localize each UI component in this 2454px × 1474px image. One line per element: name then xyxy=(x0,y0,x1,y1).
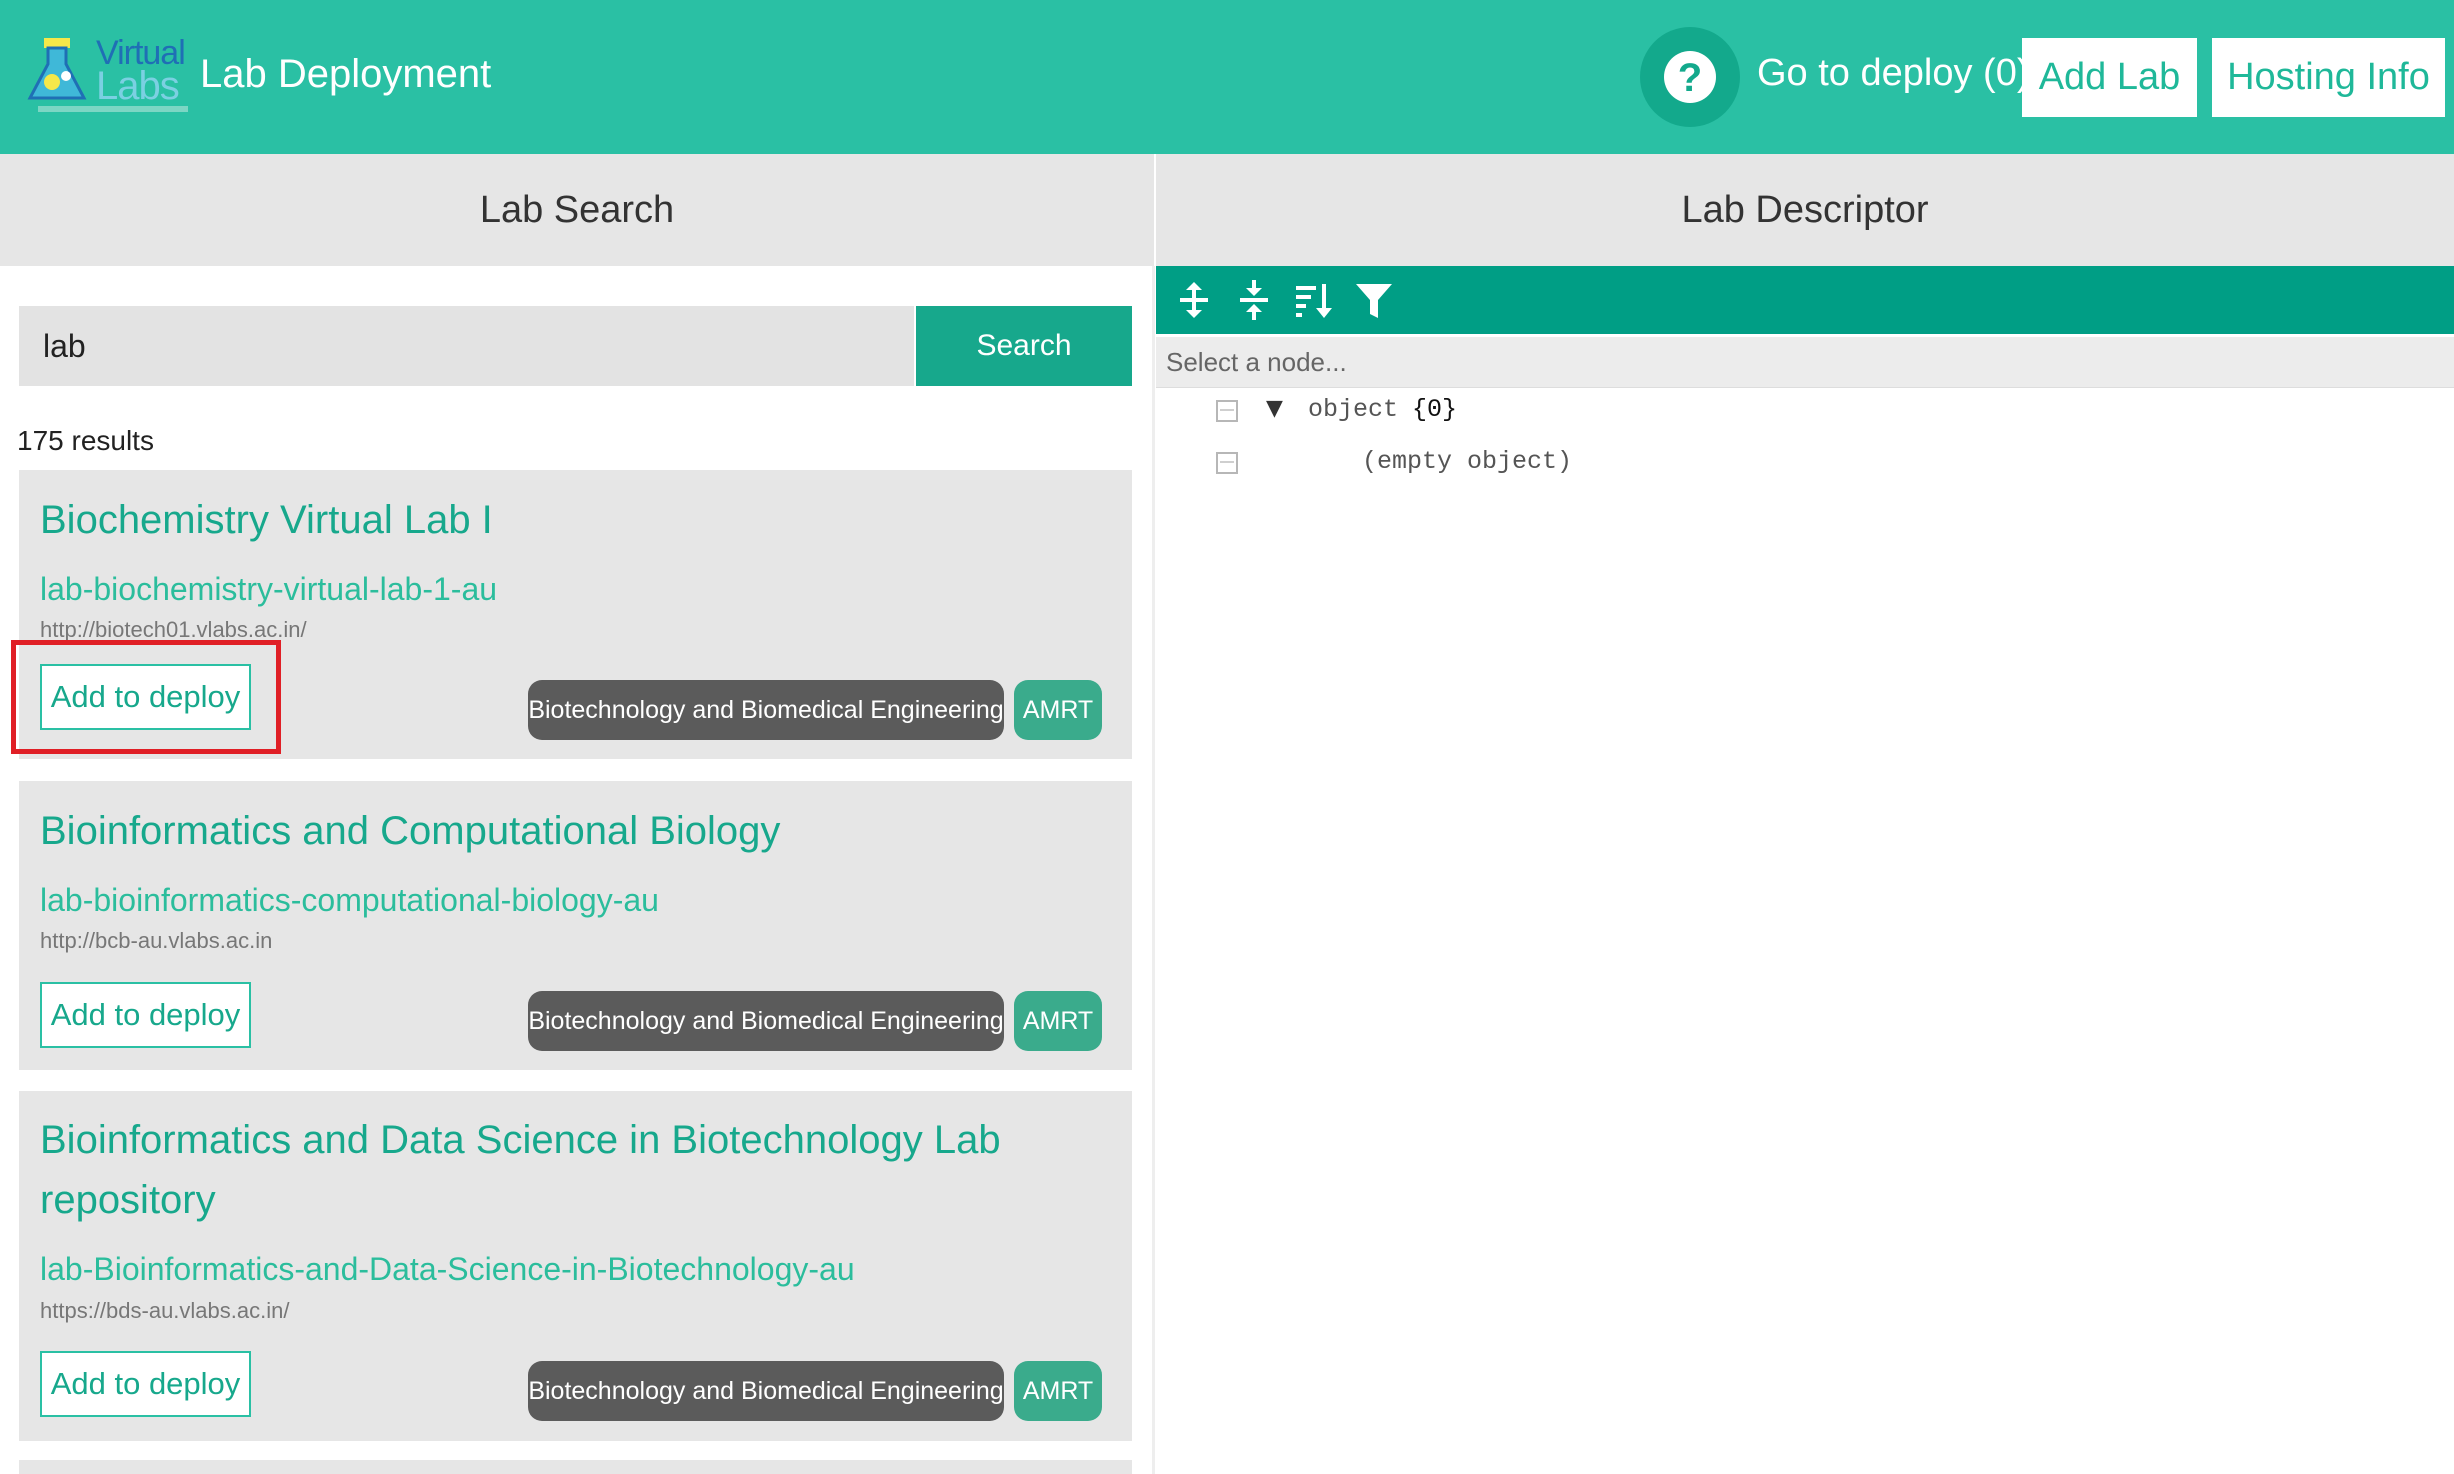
lab-search-heading: Lab Search xyxy=(0,154,1154,266)
tree-root-field[interactable]: object xyxy=(1308,395,1398,424)
empty-object-label: (empty object) xyxy=(1362,447,1573,476)
lab-card: Bioinformatics and Data Science in Biote… xyxy=(19,1091,1132,1441)
logo-tagline-bar xyxy=(38,106,188,112)
filter-icon[interactable] xyxy=(1352,278,1396,322)
json-editor-toolbar xyxy=(1156,266,2454,334)
logo-word-labs: Labs xyxy=(96,64,180,108)
discipline-tag: Biotechnology and Biomedical Engineering xyxy=(528,1361,1004,1421)
collapse-all-icon[interactable] xyxy=(1232,278,1276,322)
add-to-deploy-button[interactable]: Add to deploy xyxy=(40,982,251,1048)
institute-tag: AMRT xyxy=(1014,991,1102,1051)
flask-logo-icon xyxy=(27,38,87,100)
lab-id-link[interactable]: lab-bioinformatics-computational-biology… xyxy=(40,882,659,919)
tree-root-count: {0} xyxy=(1412,395,1458,424)
app-title: Lab Deployment xyxy=(200,52,492,96)
search-button[interactable]: Search xyxy=(916,306,1132,386)
sort-icon[interactable] xyxy=(1292,278,1336,322)
expand-all-icon[interactable] xyxy=(1172,278,1216,322)
lab-id-link[interactable]: lab-Bioinformatics-and-Data-Science-in-B… xyxy=(40,1251,855,1288)
lab-id-link[interactable]: lab-biochemistry-virtual-lab-1-au xyxy=(40,571,497,608)
lab-title-link[interactable]: Biochemistry Virtual Lab I xyxy=(40,490,1100,550)
drag-handle-icon[interactable] xyxy=(1216,400,1238,422)
add-to-deploy-button[interactable]: Add to deploy xyxy=(40,1351,251,1417)
drag-handle-icon[interactable] xyxy=(1216,452,1238,474)
virtual-labs-logo[interactable]: Virtual Labs xyxy=(18,30,188,120)
lab-descriptor-heading: Lab Descriptor xyxy=(1156,154,2454,266)
lab-search-input[interactable]: lab xyxy=(19,306,914,386)
lab-title-link[interactable]: Bioinformatics and Data Science in Biote… xyxy=(40,1110,1100,1230)
lab-card-partial xyxy=(19,1460,1132,1474)
discipline-tag: Biotechnology and Biomedical Engineering xyxy=(528,991,1004,1051)
top-navbar: Virtual Labs Lab Deployment ? Go to depl… xyxy=(0,0,2454,154)
lab-url: http://bcb-au.vlabs.ac.in xyxy=(40,928,273,953)
institute-tag: AMRT xyxy=(1014,680,1102,740)
panel-divider xyxy=(1152,266,1155,1474)
lab-title-link[interactable]: Bioinformatics and Computational Biology xyxy=(40,801,1100,861)
tree-row-empty: (empty object) xyxy=(1156,440,2454,488)
discipline-tag: Biotechnology and Biomedical Engineering xyxy=(528,680,1004,740)
help-icon: ? xyxy=(1664,51,1716,103)
add-to-deploy-button[interactable]: Add to deploy xyxy=(40,664,251,730)
tree-row-root: ▼ object {0} xyxy=(1156,388,2454,436)
expand-triangle-icon[interactable]: ▼ xyxy=(1266,396,1283,421)
node-path-placeholder: Select a node... xyxy=(1166,347,1347,377)
institute-tag: AMRT xyxy=(1014,1361,1102,1421)
node-path-bar[interactable]: Select a node... xyxy=(1156,337,2454,388)
go-to-deploy-link[interactable]: Go to deploy (0) xyxy=(1757,52,2029,95)
add-lab-button[interactable]: Add Lab xyxy=(2022,38,2197,117)
lab-card: Bioinformatics and Computational Biology… xyxy=(19,781,1132,1070)
help-button[interactable]: ? xyxy=(1640,27,1740,127)
hosting-info-button[interactable]: Hosting Info xyxy=(2212,38,2445,117)
results-count: 175 results xyxy=(17,425,154,456)
lab-card: Biochemistry Virtual Lab I lab-biochemis… xyxy=(11,470,1132,759)
lab-url: https://bds-au.vlabs.ac.in/ xyxy=(40,1298,290,1323)
